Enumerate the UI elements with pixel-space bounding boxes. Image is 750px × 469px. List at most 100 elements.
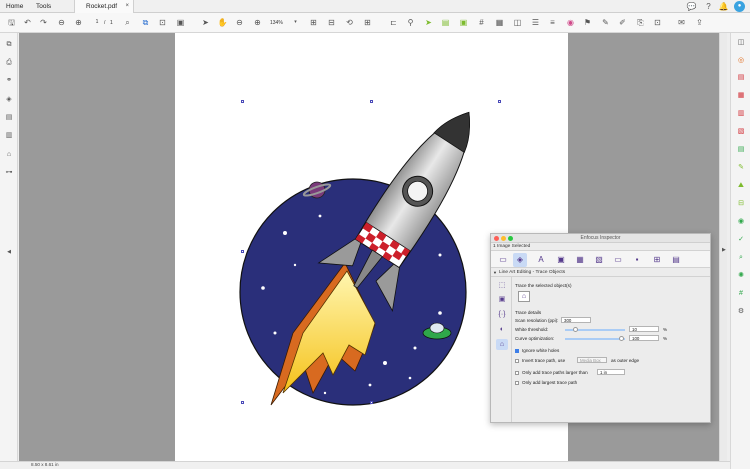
enfocus-icon[interactable]: ◎ [736,56,746,66]
disclosure-triangle-icon[interactable]: ▼ [493,268,497,277]
white-threshold-knob[interactable] [573,327,578,332]
curve-optimization-input[interactable]: 100 [629,335,659,341]
edit-path-icon[interactable]: ⬚ [496,280,508,291]
pen-icon[interactable]: ✎ [600,17,611,28]
bookmark-icon[interactable]: ⎙ [4,58,14,68]
selection-handle[interactable] [370,401,373,404]
pages-icon[interactable]: ▣ [175,17,186,28]
layers-icon[interactable]: ◫ [512,17,523,28]
box-select[interactable]: Media Box [577,357,607,363]
select-object-icon[interactable]: ➤ [423,17,434,28]
fill-sign-icon[interactable]: ✎ [736,163,746,173]
selection-handle[interactable] [241,401,244,404]
invert-trace-option[interactable]: Invert trace path, use [515,358,565,363]
create-pdf-icon[interactable]: ▦ [736,91,746,101]
trace-button[interactable]: ⌂ [518,291,530,302]
text-icon[interactable]: A [534,253,548,267]
next-page-icon[interactable]: ⊕ [73,17,84,28]
close-tab-icon[interactable]: × [125,0,129,13]
preflight-icon[interactable]: ☰ [530,17,541,28]
link-icon[interactable]: ⚲ [405,17,416,28]
only-largest-checkbox[interactable] [515,380,519,385]
outline-icon[interactable]: ◐ [496,324,508,335]
horizontal-scrollbar[interactable] [0,461,730,469]
layers-panel-icon[interactable]: ◈ [4,95,14,105]
scan-resolution-input[interactable]: 300 [561,317,591,323]
tab-home[interactable]: Home [6,0,23,13]
selection-handle[interactable] [370,100,373,103]
collapse-right-icon[interactable]: ▶ [722,247,726,253]
zoom-in-icon[interactable]: ⊕ [252,17,263,28]
transform-icon[interactable]: ⊞ [650,253,664,267]
rotate-icon[interactable]: ⟲ [344,17,355,28]
color-palette-icon[interactable]: ◉ [565,17,576,28]
white-threshold-input[interactable]: 10 [629,326,659,332]
save-icon[interactable]: 🖫 [6,17,17,28]
curve-optimization-slider[interactable] [565,338,625,340]
zoom-window-icon[interactable] [508,236,513,241]
thumbnails-icon[interactable]: ⧉ [4,40,14,50]
section-header[interactable]: ▼ Line Art Editing - Trace Objects [491,268,710,277]
highlight-icon[interactable]: ✐ [617,17,628,28]
pane-tab-icon[interactable]: ◫ [736,38,746,48]
only-largest-option[interactable]: Only add largest trace path [515,380,577,385]
tab-tools[interactable]: Tools [36,0,51,13]
redact-icon[interactable]: ◉ [736,217,746,227]
tab-document[interactable]: Rocket.pdf × [74,0,134,13]
previous-page-icon[interactable]: ⊖ [56,17,67,28]
fit-page-icon[interactable]: ⊞ [308,17,319,28]
inspector-icon[interactable]: ⊏ [388,17,399,28]
select-arrow-icon[interactable]: ➤ [200,17,211,28]
invert-trace-checkbox[interactable] [515,358,519,363]
share-icon[interactable]: ⇪ [694,17,705,28]
color-icon[interactable]: ▦ [573,253,587,267]
avatar[interactable]: ● [734,1,745,12]
edit-pdf-icon[interactable]: ▥ [736,109,746,119]
grid-menu-icon[interactable]: ⊞ [362,17,373,28]
comment-tool-icon[interactable]: ▤ [736,145,746,155]
more-tools-icon[interactable]: ⊡ [652,17,663,28]
preflight-tool-icon[interactable]: # [736,289,746,299]
document-icon[interactable]: ▤ [440,17,451,28]
selection-handle[interactable] [241,250,244,253]
search-icon[interactable]: ⌕ [122,17,133,28]
position-icon[interactable]: ▧ [592,253,606,267]
image-props-icon[interactable]: ▣ [554,253,568,267]
flag-icon[interactable]: ⚑ [582,17,593,28]
close-window-icon[interactable] [494,236,499,241]
hand-icon[interactable]: ✋ [217,17,228,28]
selection-handle[interactable] [241,100,244,103]
preview-icon[interactable]: ▭ [611,253,625,267]
brackets-icon[interactable]: {·} [496,309,508,320]
general-icon[interactable]: ▭ [496,253,510,267]
zoom-dropdown-icon[interactable]: ▾ [290,17,301,28]
table-icon[interactable]: ▦ [494,17,505,28]
ignore-white-holes-option[interactable]: Ignore white holes [515,348,559,353]
undo-icon[interactable]: ↶ [22,17,33,28]
line-art-icon[interactable]: ◈ [513,253,527,267]
fit-width-icon[interactable]: ⊟ [326,17,337,28]
comment-icon[interactable]: 💬 [686,1,697,12]
notes-icon[interactable]: ▤ [669,253,683,267]
image-icon[interactable]: ▣ [458,17,469,28]
help-icon[interactable]: ? [703,1,714,12]
print-production-icon[interactable]: ✺ [736,271,746,281]
mail-icon[interactable]: ✉ [676,17,687,28]
stamp-icon[interactable]: ⎘ [635,17,646,28]
export-pdf-icon[interactable]: ▤ [736,73,746,83]
certificate-icon[interactable]: ✓ [736,235,746,245]
protect-icon[interactable]: ⊟ [736,199,746,209]
edit-text-icon[interactable]: ⧉ [140,17,151,28]
crop-icon[interactable]: ⊡ [157,17,168,28]
ignore-white-holes-checkbox[interactable] [515,348,519,353]
page-number-input[interactable]: 1 [90,19,102,27]
trace-objects-icon[interactable]: ⌂ [496,339,508,350]
tags-icon[interactable]: ⌂ [4,150,14,160]
redo-icon[interactable]: ↷ [38,17,49,28]
hash-grid-icon[interactable]: # [476,17,487,28]
enhance-scan-icon[interactable]: ⌕ [736,253,746,263]
only-larger-option[interactable]: Only add trace paths larger than [515,370,588,375]
pdf-standards-icon[interactable]: ▥ [4,131,14,141]
more-tools-right-icon[interactable]: ⚙ [736,307,746,317]
selection-handle[interactable] [498,100,501,103]
